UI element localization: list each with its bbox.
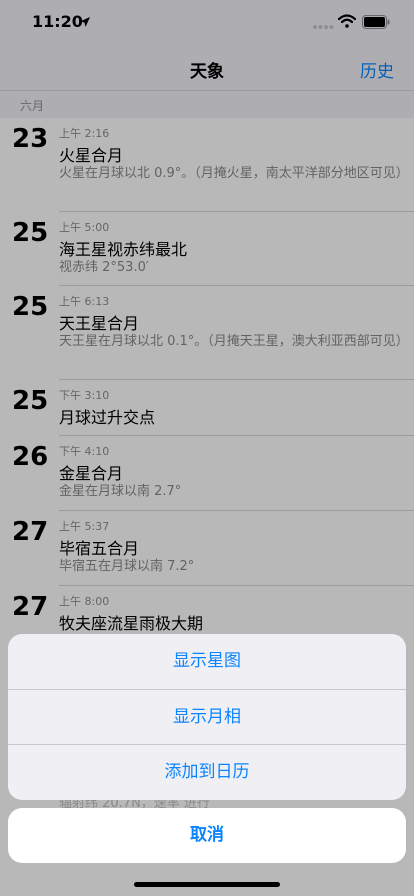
add-to-calendar-button[interactable]: 添加到日历 — [8, 745, 406, 800]
cancel-button[interactable]: 取消 — [8, 808, 406, 863]
show-star-map-button[interactable]: 显示星图 — [8, 634, 406, 689]
home-indicator[interactable] — [134, 882, 280, 887]
action-sheet: 显示星图 显示月相 添加到日历 — [8, 634, 406, 800]
hidden-event-description: 辐射纬 20.7N，速率 进行 — [59, 800, 210, 808]
show-moon-phase-button[interactable]: 显示月相 — [8, 690, 406, 745]
